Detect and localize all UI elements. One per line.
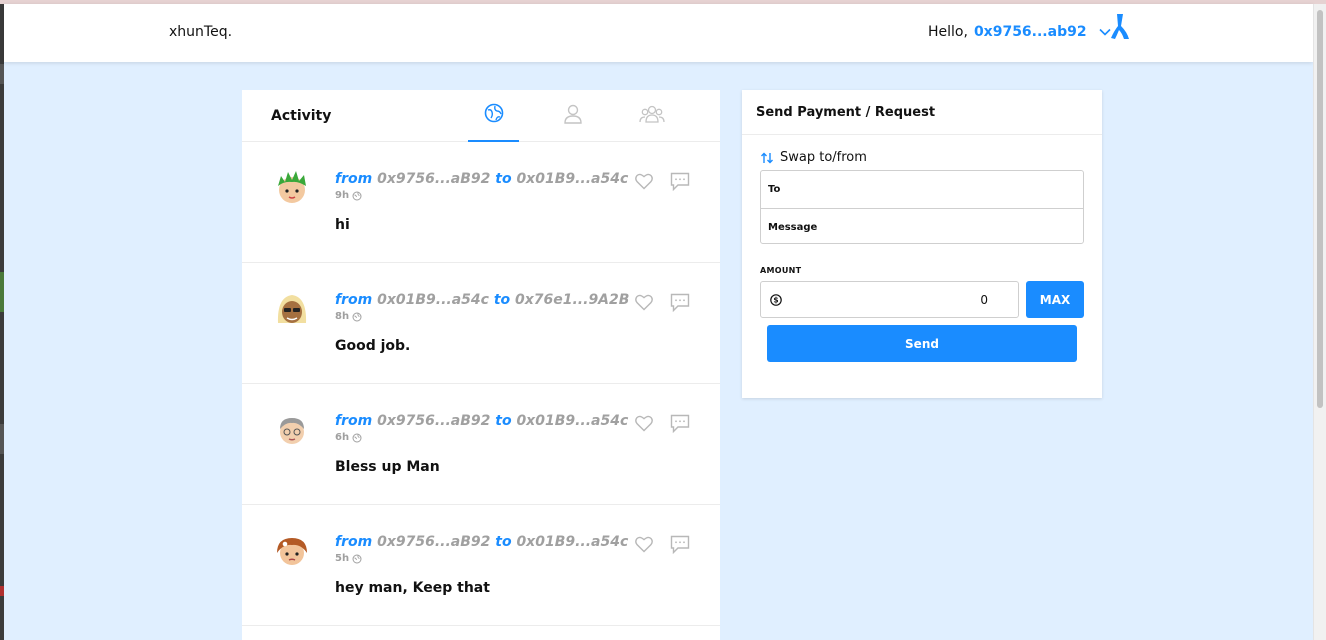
amount-value: 0 <box>980 292 988 307</box>
transaction-line: from 0x9756...aB92 to 0x01B9...a54c <box>335 534 628 550</box>
transaction-line: from 0x9756...aB92 to 0x01B9...a54c <box>335 413 628 429</box>
app-logo-icon[interactable] <box>1108 12 1132 46</box>
time-ago: 6h <box>335 432 350 443</box>
blonde-hair-avatar[interactable] <box>274 291 310 327</box>
from-address[interactable]: 0x9756...aB92 <box>377 534 490 550</box>
activity-item[interactable]: from 0x9756...aB92 to 0x01B9...a54c 6h B… <box>242 384 720 505</box>
to-keyword: to <box>495 413 512 429</box>
transaction-line: from 0x01B9...a54c to 0x76e1...9A2B <box>335 292 629 308</box>
comment-icon[interactable] <box>670 535 690 558</box>
heart-icon[interactable] <box>635 536 653 557</box>
swap-arrows-icon <box>761 152 773 163</box>
send-button[interactable]: Send <box>767 325 1077 362</box>
comment-icon[interactable] <box>670 414 690 437</box>
tab-friends[interactable] <box>626 90 677 142</box>
message-text: hi <box>335 217 350 233</box>
brand-logo-text[interactable]: xhunTeq. <box>169 24 232 40</box>
friends-icon <box>638 103 665 129</box>
comment-icon[interactable] <box>670 172 690 195</box>
heart-icon[interactable] <box>635 294 653 315</box>
activity-header: Activity <box>242 90 720 142</box>
tab-personal[interactable] <box>547 90 598 142</box>
globe-small-icon <box>352 191 362 200</box>
globe-small-icon <box>352 433 362 442</box>
greeting-text: Hello, <box>928 24 968 40</box>
message-text: Good job. <box>335 338 411 354</box>
to-address[interactable]: 0x76e1...9A2B <box>515 292 629 308</box>
swap-label: Swap to/from <box>780 150 867 165</box>
account-address: 0x9756...ab92 <box>973 24 1087 40</box>
to-address[interactable]: 0x01B9...a54c <box>516 171 628 187</box>
grey-hair-avatar[interactable] <box>274 412 310 448</box>
dollar-icon: $ <box>770 293 782 306</box>
to-field[interactable]: To <box>761 171 1083 208</box>
activity-item[interactable]: from 0x01B9...a54c to 0x76e1...9A2B 8h G… <box>242 263 720 384</box>
window-left-edge <box>0 4 4 640</box>
heart-icon[interactable] <box>635 415 653 436</box>
comment-icon[interactable] <box>670 293 690 316</box>
timestamp: 9h <box>335 190 362 201</box>
page-scrollbar[interactable] <box>1313 4 1326 640</box>
amount-input[interactable]: $ 0 <box>760 281 1019 318</box>
from-keyword: from <box>335 413 373 429</box>
from-keyword: from <box>335 292 373 308</box>
from-keyword: from <box>335 534 373 550</box>
swap-button[interactable]: Swap to/from <box>760 150 867 165</box>
heart-icon[interactable] <box>635 173 653 194</box>
message-field[interactable]: Message <box>761 208 1083 245</box>
svg-text:$: $ <box>773 295 778 304</box>
time-ago: 5h <box>335 553 350 564</box>
activity-item[interactable]: from 0x9756...aB92 to 0x01B9...a54c 9h h… <box>242 142 720 263</box>
payment-title: Send Payment / Request <box>742 90 1102 135</box>
to-address[interactable]: 0x01B9...a54c <box>516 534 628 550</box>
to-keyword: to <box>493 292 511 308</box>
green-hair-avatar[interactable] <box>274 170 310 206</box>
brown-hair-avatar[interactable] <box>274 533 310 569</box>
to-keyword: to <box>495 171 512 187</box>
global-icon <box>483 102 505 128</box>
max-button[interactable]: MAX <box>1026 281 1084 318</box>
account-menu[interactable]: Hello, 0x9756...ab92 <box>928 24 1111 40</box>
recipient-fields: To Message <box>760 170 1084 244</box>
activity-item[interactable]: from 0x9756...aB92 to 0x01B9...a54c 5h h… <box>242 505 720 626</box>
message-text: Bless up Man <box>335 459 440 475</box>
from-address[interactable]: 0x01B9...a54c <box>377 292 489 308</box>
message-text: hey man, Keep that <box>335 580 490 596</box>
globe-small-icon <box>352 554 362 563</box>
user-icon <box>563 103 583 129</box>
from-address[interactable]: 0x9756...aB92 <box>377 413 490 429</box>
transaction-line: from 0x9756...aB92 to 0x01B9...a54c <box>335 171 628 187</box>
to-keyword: to <box>495 534 512 550</box>
globe-small-icon <box>352 312 362 321</box>
amount-label: AMOUNT <box>760 266 802 275</box>
to-address[interactable]: 0x01B9...a54c <box>516 413 628 429</box>
time-ago: 8h <box>335 311 350 322</box>
timestamp: 6h <box>335 432 362 443</box>
payment-panel: Send Payment / Request Swap to/from To M… <box>742 90 1102 398</box>
activity-panel: Activity from 0x9756...aB92 to 0x01B9...… <box>242 90 720 640</box>
activity-title: Activity <box>271 108 332 124</box>
top-navbar: xhunTeq. Hello, 0x9756...ab92 <box>4 4 1313 62</box>
timestamp: 8h <box>335 311 362 322</box>
from-address[interactable]: 0x9756...aB92 <box>377 171 490 187</box>
scrollbar-thumb[interactable] <box>1317 10 1323 408</box>
time-ago: 9h <box>335 190 350 201</box>
tab-global[interactable] <box>468 90 519 142</box>
from-keyword: from <box>335 171 373 187</box>
timestamp: 5h <box>335 553 362 564</box>
